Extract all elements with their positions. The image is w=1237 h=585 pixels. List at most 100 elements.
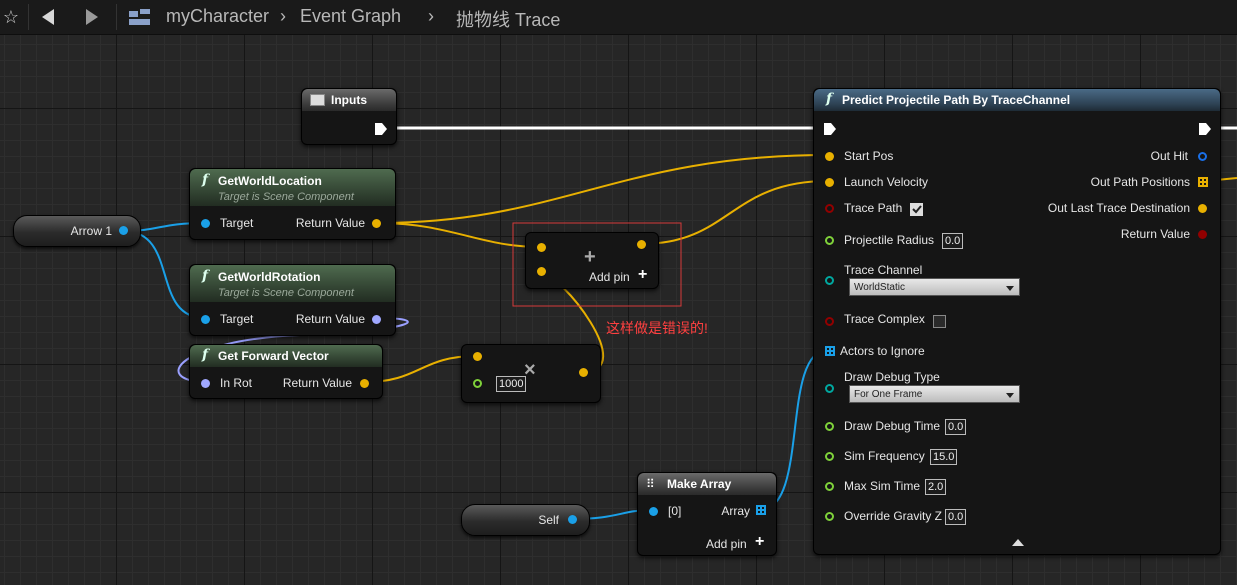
multiply-input-b-pin[interactable] <box>473 379 482 388</box>
target-input-pin[interactable] <box>201 315 210 324</box>
get-world-rotation-node[interactable]: f GetWorldRotation Target is Scene Compo… <box>189 264 396 336</box>
trace-complex-checkbox[interactable] <box>933 315 946 328</box>
out-hit-pin[interactable] <box>1198 152 1207 161</box>
target-pin-label: Target <box>220 216 254 230</box>
override-gravity-z-field[interactable]: 0.0 <box>945 509 967 525</box>
multiply-input-a-pin[interactable] <box>473 352 482 361</box>
predict-node-title: Predict Projectile Path By TraceChannel <box>842 93 1071 107</box>
inputs-node[interactable]: Inputs <box>301 88 397 145</box>
breadcrumb-blueprint[interactable]: myCharacter <box>166 6 269 27</box>
predict-projectile-path-node[interactable]: f Predict Projectile Path By TraceChanne… <box>813 88 1221 555</box>
multiply-operator-icon: × <box>524 359 536 381</box>
target-input-pin[interactable] <box>201 219 210 228</box>
sim-frequency-pin[interactable] <box>825 452 834 461</box>
toolbar-divider <box>116 4 117 30</box>
array-grid-icon[interactable] <box>756 505 766 515</box>
get-world-location-node[interactable]: f GetWorldLocation Target is Scene Compo… <box>189 168 396 240</box>
inputs-node-icon <box>310 94 325 106</box>
start-pos-pin[interactable] <box>825 152 834 161</box>
breadcrumb-separator-icon: › <box>280 6 286 26</box>
vector-multiply-node[interactable]: 1000 × <box>461 344 601 403</box>
collapse-advanced-icon[interactable] <box>1012 539 1024 546</box>
launch-velocity-label: Launch Velocity <box>844 175 929 189</box>
out-path-positions-label: Out Path Positions <box>1090 175 1190 189</box>
arrow-variable-label: Arrow 1 <box>70 224 112 238</box>
trace-complex-label: Trace Complex <box>844 312 925 326</box>
multiply-value-field[interactable]: 1000 <box>496 376 527 392</box>
favorite-star-icon[interactable]: ☆ <box>0 6 22 28</box>
return-value-pin[interactable] <box>1198 230 1207 239</box>
target-pin-label: Target <box>220 312 254 326</box>
arrow-output-pin[interactable] <box>119 226 128 235</box>
out-path-positions-pin[interactable] <box>1198 177 1208 187</box>
actors-to-ignore-pin[interactable] <box>825 346 835 356</box>
self-reference-node[interactable]: Self <box>461 504 590 536</box>
add-input-a-pin[interactable] <box>537 243 546 252</box>
trace-channel-dropdown[interactable]: WorldStatic <box>849 278 1020 296</box>
sim-frequency-field[interactable]: 15.0 <box>930 449 958 465</box>
return-value-output-pin[interactable] <box>360 379 369 388</box>
trace-path-checkbox[interactable] <box>910 203 923 216</box>
max-sim-time-field[interactable]: 2.0 <box>925 479 947 495</box>
override-gravity-z-pin[interactable] <box>825 512 834 521</box>
trace-channel-pin[interactable] <box>825 276 834 285</box>
add-pin-label[interactable]: Add pin <box>706 537 747 551</box>
trace-complex-pin[interactable] <box>825 317 834 326</box>
override-gravity-z-label: Override Gravity Z <box>844 509 943 523</box>
max-sim-time-pin[interactable] <box>825 482 834 491</box>
self-output-pin[interactable] <box>568 515 577 524</box>
breadcrumb-function[interactable]: 抛物线 Trace <box>456 6 560 32</box>
return-value-output-pin[interactable] <box>372 315 381 324</box>
add-input-b-pin[interactable] <box>537 267 546 276</box>
error-annotation-text: 这样做是错误的! <box>606 320 708 336</box>
return-value-label: Return Value <box>1120 227 1190 241</box>
return-value-output-pin[interactable] <box>372 219 381 228</box>
function-icon: f <box>202 172 209 188</box>
get-world-location-subtitle: Target is Scene Component <box>218 191 354 203</box>
actors-to-ignore-label: Actors to Ignore <box>840 344 925 358</box>
draw-debug-type-pin[interactable] <box>825 384 834 393</box>
out-hit-label: Out Hit <box>1150 149 1188 163</box>
return-value-pin-label: Return Value <box>295 312 365 326</box>
make-array-icon: ⠿ <box>646 477 655 491</box>
draw-debug-type-dropdown[interactable]: For One Frame <box>849 385 1020 403</box>
trace-path-label: Trace Path <box>844 201 903 215</box>
get-forward-vector-node[interactable]: f Get Forward Vector In Rot Return Value <box>189 344 383 399</box>
multiply-output-pin[interactable] <box>579 368 588 377</box>
dropdown-arrow-icon <box>1006 286 1014 291</box>
inputs-node-title: Inputs <box>331 93 367 107</box>
trace-channel-label: Trace Channel <box>844 263 923 277</box>
function-icon: f <box>826 91 833 107</box>
launch-velocity-pin[interactable] <box>825 178 834 187</box>
exec-input-pin[interactable] <box>823 122 837 136</box>
get-forward-vector-title: Get Forward Vector <box>218 349 329 363</box>
forward-arrow-icon[interactable] <box>80 6 102 28</box>
return-value-pin-label: Return Value <box>295 216 365 230</box>
inputs-exec-out-pin[interactable] <box>374 122 388 136</box>
draw-debug-time-label: Draw Debug Time <box>844 419 941 433</box>
add-pin-plus-icon[interactable]: + <box>638 266 647 284</box>
start-pos-label: Start Pos <box>844 149 894 163</box>
get-world-location-title: GetWorldLocation <box>218 174 322 188</box>
projectile-radius-label: Projectile Radius <box>844 233 935 247</box>
make-array-element-0-pin[interactable] <box>649 507 658 516</box>
back-arrow-icon[interactable] <box>38 6 60 28</box>
draw-debug-time-pin[interactable] <box>825 422 834 431</box>
projectile-radius-pin[interactable] <box>825 236 834 245</box>
draw-debug-time-field[interactable]: 0.0 <box>945 419 967 435</box>
add-output-pin[interactable] <box>637 240 646 249</box>
trace-path-pin[interactable] <box>825 204 834 213</box>
add-pin-label[interactable]: Add pin <box>589 270 630 284</box>
make-array-node[interactable]: ⠿ Make Array [0] Array Add pin + <box>637 472 777 556</box>
return-value-pin-label: Return Value <box>282 376 352 390</box>
exec-output-pin[interactable] <box>1198 122 1212 136</box>
vector-add-node[interactable]: + Add pin + <box>525 232 659 289</box>
out-last-trace-destination-pin[interactable] <box>1198 204 1207 213</box>
draw-debug-type-selected: For One Frame <box>854 389 923 400</box>
arrow-variable-node[interactable]: Arrow 1 <box>13 215 141 247</box>
in-rot-input-pin[interactable] <box>201 379 210 388</box>
projectile-radius-field[interactable]: 0.0 <box>942 233 964 249</box>
wire-add-to-launchvelocity <box>640 180 829 245</box>
breadcrumb-graph[interactable]: Event Graph <box>300 6 401 27</box>
add-pin-plus-icon[interactable]: + <box>755 533 764 551</box>
